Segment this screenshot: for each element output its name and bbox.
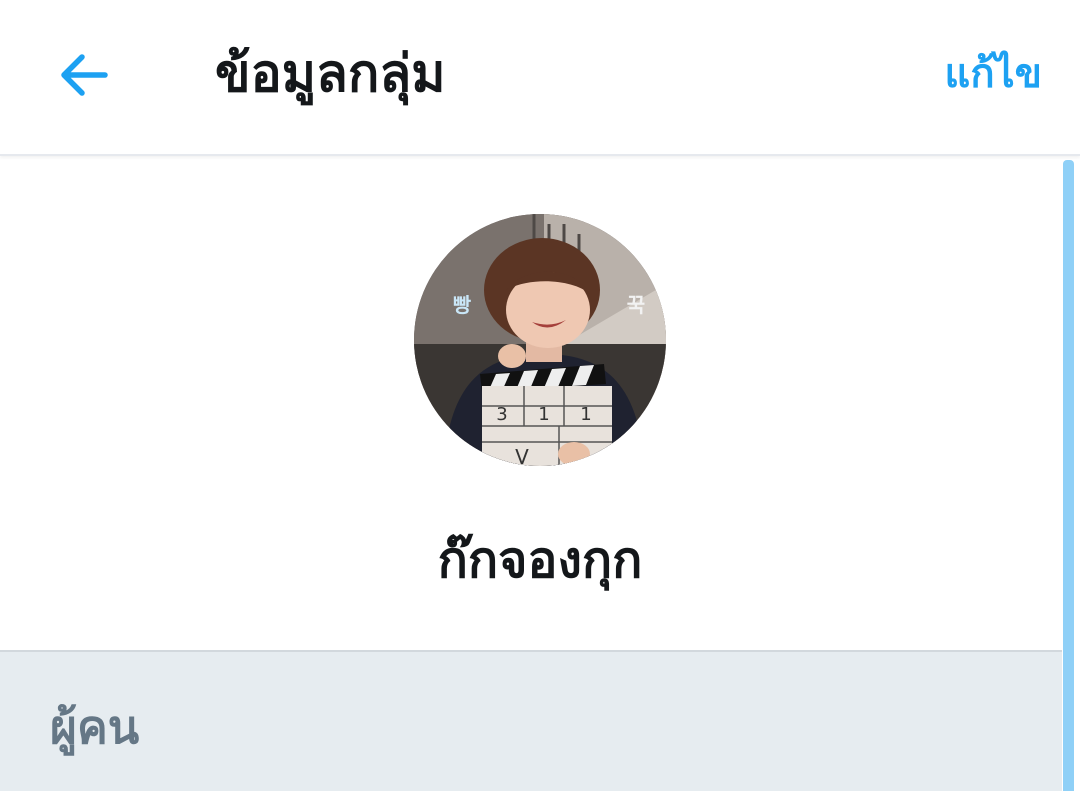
slate-take: 1: [580, 404, 591, 425]
clapperboard: 3 1 1 V: [480, 364, 612, 466]
slate-cut: 1: [538, 404, 549, 425]
slate-mark: V: [515, 445, 529, 466]
group-avatar[interactable]: 3 1 1 V 빵 꾹: [414, 214, 666, 466]
group-name: ก๊กจองกุก: [437, 531, 643, 589]
people-section-header: ผู้คน: [0, 650, 1062, 791]
page-title: ข้อมูลกลุ่ม: [215, 44, 446, 104]
top-app-bar: ข้อมูลกลุ่ม แก้ไข: [0, 0, 1080, 156]
scrollbar[interactable]: [1063, 160, 1074, 791]
group-info-screen: ข้อมูลกลุ่ม แก้ไข 3 1 1 V 빵 꾹 ก๊กจองกุก …: [0, 0, 1080, 791]
avatar-right-caption: 꾹: [627, 293, 645, 317]
avatar-left-caption: 빵: [453, 293, 472, 317]
arrow-left-icon: [61, 54, 108, 96]
back-button[interactable]: [52, 44, 114, 106]
edit-button[interactable]: แก้ไข: [945, 44, 1042, 104]
people-section-label: ผู้คน: [50, 700, 140, 754]
slate-scene: 3: [496, 404, 507, 425]
